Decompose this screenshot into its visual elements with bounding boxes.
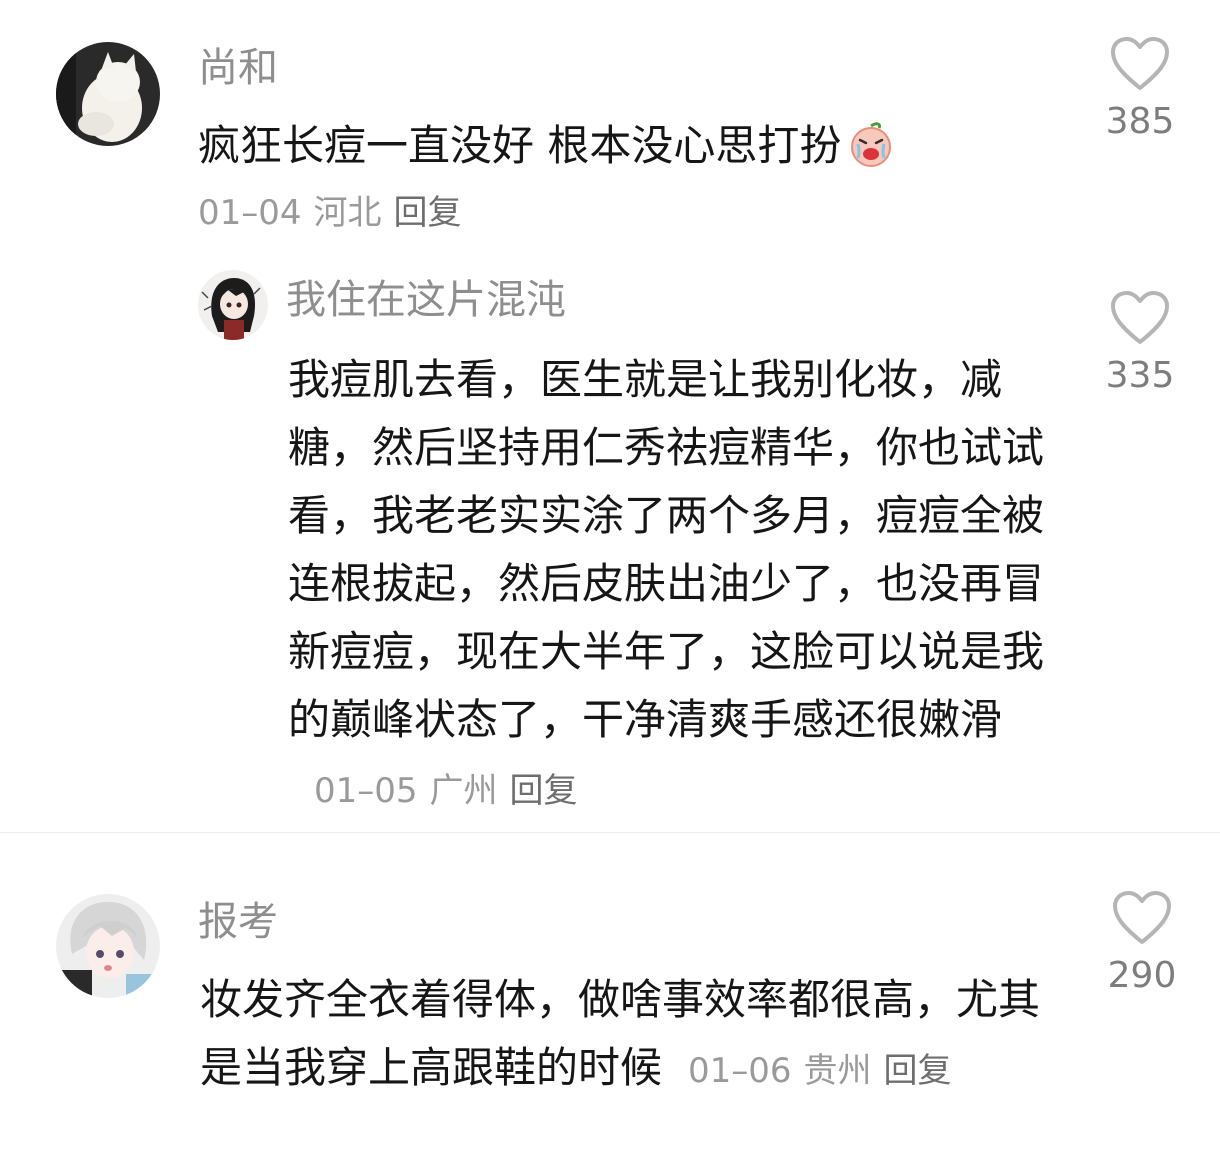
comment-text: 妆发齐全衣着得体，做啥事效率都很高，尤其是当我穿上高跟鞋的时候 01–06 贵州 回复: [200, 966, 1062, 1105]
divider: [0, 832, 1220, 833]
comment-text-content: 疯狂长痘一直没好 根本没心思打扮: [198, 121, 842, 170]
cat-avatar-image: [56, 42, 160, 146]
like-button[interactable]: 335: [1090, 290, 1190, 398]
heart-outline-icon: [1111, 291, 1169, 344]
reply-button[interactable]: 回复: [394, 193, 462, 233]
avatar[interactable]: [198, 270, 268, 340]
comment-meta-row: 01–04 河北 回复: [172, 176, 462, 247]
comment-username[interactable]: 尚和: [198, 44, 278, 92]
heart-outline-icon: [1113, 891, 1171, 944]
comment-location: 贵州: [803, 1051, 872, 1091]
comment-text: 疯狂长痘一直没好 根本没心思打扮: [198, 112, 1058, 180]
comment-date: 01–04: [198, 193, 302, 233]
like-count: 335: [1105, 355, 1175, 396]
comment-location: 广州: [429, 771, 498, 811]
reply-button[interactable]: 回复: [510, 771, 578, 811]
heart-outline-icon: [1111, 37, 1169, 90]
comment-location: 河北: [313, 193, 382, 233]
like-button[interactable]: 385: [1090, 36, 1190, 144]
crying-peach-emoji-icon: [847, 120, 895, 168]
anime-girl-avatar-image: [198, 270, 268, 340]
comment-date: 01–06: [688, 1051, 792, 1091]
anime-boy-avatar-image: [56, 894, 160, 998]
reply-button[interactable]: 回复: [884, 1051, 952, 1091]
comment-username[interactable]: 报考: [198, 898, 278, 946]
like-count: 385: [1105, 101, 1175, 142]
comment-date: 01–05: [314, 771, 418, 811]
comment-text-content: 我痘肌去看，医生就是让我别化妆，减糖，然后坚持用仁秀祛痘精华，你也试试看，我老老…: [288, 355, 1045, 744]
avatar[interactable]: [56, 42, 160, 146]
like-count: 290: [1107, 955, 1177, 996]
comment-text: 我痘肌去看，医生就是让我别化妆，减糖，然后坚持用仁秀祛痘精华，你也试试看，我老老…: [288, 346, 1062, 825]
like-button[interactable]: 290: [1092, 890, 1192, 998]
avatar[interactable]: [56, 894, 160, 998]
comment-username[interactable]: 我住在这片混沌: [286, 276, 566, 324]
